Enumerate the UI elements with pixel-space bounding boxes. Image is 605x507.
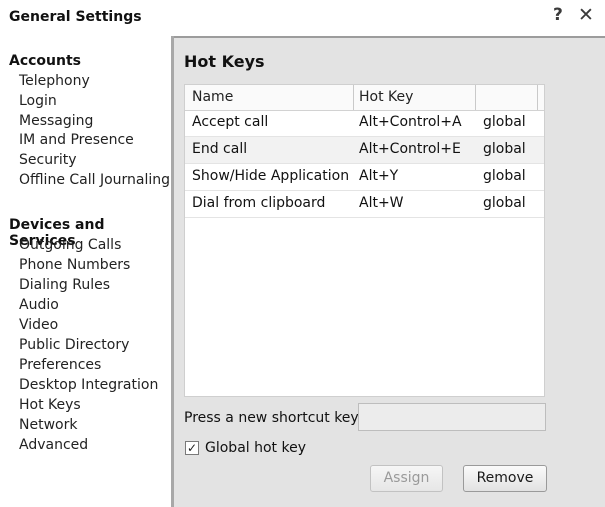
- row-scope: global: [483, 114, 526, 130]
- sidebar-item-phone-numbers[interactable]: Phone Numbers: [19, 257, 130, 273]
- column-divider[interactable]: [537, 85, 538, 110]
- column-divider[interactable]: [475, 85, 476, 110]
- sidebar-item-hot-keys[interactable]: Hot Keys: [19, 397, 81, 413]
- table-row[interactable]: Accept call Alt+Control+A global: [185, 110, 544, 137]
- remove-button[interactable]: Remove: [463, 465, 547, 492]
- row-name: End call: [192, 141, 248, 157]
- sidebar-item-audio[interactable]: Audio: [19, 297, 59, 313]
- table-row[interactable]: End call Alt+Control+E global: [185, 137, 544, 164]
- sidebar-item-video[interactable]: Video: [19, 317, 58, 333]
- sidebar-item-security[interactable]: Security: [19, 152, 77, 168]
- sidebar-item-advanced[interactable]: Advanced: [19, 437, 88, 453]
- window-title: General Settings: [9, 9, 142, 25]
- sidebar-section-accounts: Accounts: [9, 53, 82, 69]
- sidebar-item-network[interactable]: Network: [19, 417, 77, 433]
- page-title: Hot Keys: [184, 52, 265, 71]
- sidebar-item-outgoing-calls[interactable]: Outgoing Calls: [19, 237, 121, 253]
- shortcut-input[interactable]: [358, 403, 546, 431]
- row-scope: global: [483, 141, 526, 157]
- close-icon[interactable]: ✕: [578, 5, 594, 25]
- column-divider[interactable]: [353, 85, 354, 110]
- row-hotkey: Alt+W: [359, 195, 404, 211]
- sidebar-item-offline-call-journaling[interactable]: Offline Call Journaling: [19, 172, 170, 188]
- sidebar-item-telephony[interactable]: Telephony: [19, 73, 90, 89]
- row-name: Accept call: [192, 114, 269, 130]
- table-row[interactable]: Show/Hide Application Alt+Y global: [185, 164, 544, 191]
- row-hotkey: Alt+Y: [359, 168, 399, 184]
- sidebar-item-messaging[interactable]: Messaging: [19, 113, 93, 129]
- sidebar-item-login[interactable]: Login: [19, 93, 57, 109]
- row-scope: global: [483, 195, 526, 211]
- table-row[interactable]: Dial from clipboard Alt+W global: [185, 191, 544, 218]
- row-scope: global: [483, 168, 526, 184]
- global-hot-key-label[interactable]: Global hot key: [205, 440, 306, 456]
- row-name: Show/Hide Application: [192, 168, 350, 184]
- column-header-name[interactable]: Name: [192, 89, 233, 105]
- sidebar-item-desktop-integration[interactable]: Desktop Integration: [19, 377, 158, 393]
- sidebar: Accounts Telephony Login Messaging IM an…: [0, 36, 171, 507]
- sidebar-item-public-directory[interactable]: Public Directory: [19, 337, 129, 353]
- title-bar: General Settings ? ✕: [0, 0, 605, 36]
- column-header-hot-key[interactable]: Hot Key: [359, 89, 413, 105]
- global-hot-key-checkbox[interactable]: ✓: [185, 441, 199, 455]
- help-icon[interactable]: ?: [553, 5, 563, 25]
- hot-keys-table: Name Hot Key Accept call Alt+Control+A g…: [184, 84, 545, 397]
- sidebar-item-dialing-rules[interactable]: Dialing Rules: [19, 277, 110, 293]
- assign-button[interactable]: Assign: [370, 465, 443, 492]
- sidebar-item-preferences[interactable]: Preferences: [19, 357, 101, 373]
- row-name: Dial from clipboard: [192, 195, 326, 211]
- row-hotkey: Alt+Control+E: [359, 141, 461, 157]
- row-hotkey: Alt+Control+A: [359, 114, 462, 130]
- table-header: Name Hot Key: [185, 85, 544, 111]
- hot-keys-panel: Hot Keys Name Hot Key Accept call Alt+Co…: [174, 38, 605, 507]
- sidebar-item-im-and-presence[interactable]: IM and Presence: [19, 132, 134, 148]
- shortcut-label: Press a new shortcut key:: [184, 410, 363, 426]
